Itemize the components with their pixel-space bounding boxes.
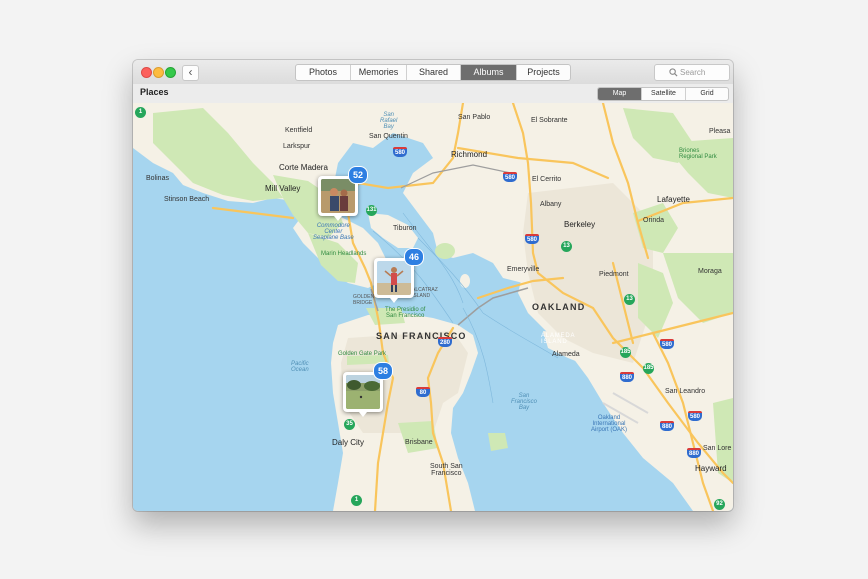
map-label-san-rafael-bay: San Rafael Bay [380, 112, 398, 130]
map-label-larkspur: Larkspur [283, 143, 311, 150]
map-label-south-sf: South San Francisco [430, 463, 463, 477]
map-label-emeryville: Emeryville [507, 266, 540, 273]
map-label-san-quentin: San Quentin [369, 133, 408, 140]
map-label-golden-gate-park: Golden Gate Park [338, 351, 387, 357]
map-base [133, 103, 733, 511]
route-580-shield: 580 [503, 172, 517, 182]
map-label-mill-valley: Mill Valley [265, 184, 301, 193]
photo-cluster-sf-west[interactable]: 58 [343, 362, 393, 417]
map-label-pleasa: Pleasa [709, 128, 731, 135]
zoom-button[interactable] [165, 67, 176, 78]
tab-map[interactable]: Map [598, 88, 642, 100]
photo-thumbnail [321, 179, 355, 213]
photo-cluster-mill-valley[interactable]: 52 [318, 166, 368, 221]
map-label-el-cerrito: El Cerrito [532, 176, 562, 183]
route-185-shield: 185 [643, 363, 654, 374]
route-92-shield: 92 [714, 499, 725, 510]
route-580-shield: 580 [393, 147, 407, 157]
tab-grid[interactable]: Grid [686, 88, 728, 100]
map-label-oakland-airport: Oakland International Airport (OAK) [591, 415, 628, 433]
pin-pointer [359, 412, 367, 417]
tab-shared[interactable]: Shared [407, 65, 461, 80]
map-label-albany: Albany [540, 201, 562, 208]
tab-projects[interactable]: Projects [517, 65, 570, 80]
map-label-san-francisco: SAN FRANCISCO [376, 331, 467, 341]
route-580-shield: 580 [660, 339, 674, 349]
toolbar: ‹ Photos Memories Shared Albums Projects… [133, 60, 733, 84]
pin-pointer [390, 298, 398, 303]
photo-count-badge: 46 [404, 248, 424, 266]
photo-thumbnail [346, 375, 380, 409]
pin-pointer [334, 216, 342, 221]
map-label-berkeley: Berkeley [564, 220, 596, 229]
route-880-shield: 880 [687, 448, 701, 458]
search-icon [669, 68, 678, 77]
map-label-sf-bay: San Francisco Bay [511, 393, 538, 411]
library-tabs: Photos Memories Shared Albums Projects [295, 64, 571, 81]
map-label-san-lorenzo: San Lore [703, 445, 732, 452]
map-label-el-sobrante: El Sobrante [531, 117, 568, 124]
search-input[interactable]: Search [654, 64, 730, 81]
close-button[interactable] [141, 67, 152, 78]
route-1-shield-bottom: 1 [351, 495, 362, 506]
map-label-alameda-island: ALAMEDA ISLAND [541, 333, 576, 345]
photo-thumbnail [377, 261, 411, 295]
map-label-piedmont: Piedmont [599, 271, 629, 278]
route-185-shield: 185 [620, 347, 631, 358]
photo-count-badge: 58 [373, 362, 393, 380]
route-131-shield: 131 [366, 205, 377, 216]
map-label-brisbane: Brisbane [405, 439, 433, 446]
map-label-commodore: Commodore Center Seaplane Base [313, 223, 354, 241]
route-35-shield: 35 [344, 419, 355, 430]
tab-memories[interactable]: Memories [351, 65, 407, 80]
map-label-stinson-beach: Stinson Beach [164, 196, 210, 203]
map-label-orinda: Orinda [643, 217, 665, 224]
map-label-san-pablo: San Pablo [458, 114, 491, 121]
map-label-tiburon: Tiburon [393, 225, 417, 232]
route-580-shield: 580 [688, 411, 702, 421]
map-label-daly-city: Daly City [332, 438, 365, 447]
places-map[interactable]: Kentfield Larkspur Corte Madera Mill Val… [133, 103, 733, 511]
route-13-shield: 13 [561, 241, 572, 252]
minimize-button[interactable] [153, 67, 164, 78]
map-label-moraga: Moraga [698, 268, 722, 275]
route-580-shield: 580 [525, 234, 539, 244]
back-button[interactable]: ‹ [182, 65, 199, 81]
map-label-hayward: Hayward [695, 464, 727, 473]
tab-photos[interactable]: Photos [296, 65, 351, 80]
route-280-shield: 280 [438, 337, 452, 347]
route-880-shield: 880 [660, 421, 674, 431]
chevron-left-icon: ‹ [188, 65, 193, 79]
route-880-shield: 880 [620, 372, 634, 382]
map-label-kentfield: Kentfield [285, 127, 313, 134]
tab-albums[interactable]: Albums [461, 65, 517, 80]
map-label-bolinas: Bolinas [146, 175, 169, 182]
search-placeholder: Search [680, 68, 706, 77]
map-label-presidio: The Presidio of San Francisco [385, 307, 426, 319]
tab-satellite[interactable]: Satellite [642, 88, 686, 100]
page-title: Places [140, 87, 169, 97]
route-13-shield: 13 [624, 294, 635, 305]
places-header: Places Map Satellite Grid [133, 84, 733, 104]
map-label-pacific-ocean: Pacific Ocean [291, 361, 309, 373]
route-80-shield: 80 [416, 387, 430, 397]
map-label-lafayette: Lafayette [657, 195, 690, 204]
photos-window: ‹ Photos Memories Shared Albums Projects… [133, 60, 733, 511]
map-label-alcatraz: ALCATRAZ ISLAND [412, 287, 438, 299]
map-label-oakland: OAKLAND [532, 302, 586, 312]
map-label-alameda: Alameda [552, 351, 580, 358]
map-label-corte-madera: Corte Madera [279, 163, 328, 172]
route-1-shield-top: 1 [135, 107, 146, 118]
photo-cluster-golden-gate[interactable]: 46 [374, 248, 424, 303]
view-mode-tabs: Map Satellite Grid [597, 87, 729, 101]
map-label-briones: Briones Regional Park [679, 148, 717, 160]
photo-count-badge: 52 [348, 166, 368, 184]
map-label-richmond: Richmond [451, 150, 488, 159]
map-label-marin-headlands: Marin Headlands [321, 251, 367, 257]
map-label-san-leandro: San Leandro [665, 388, 706, 395]
